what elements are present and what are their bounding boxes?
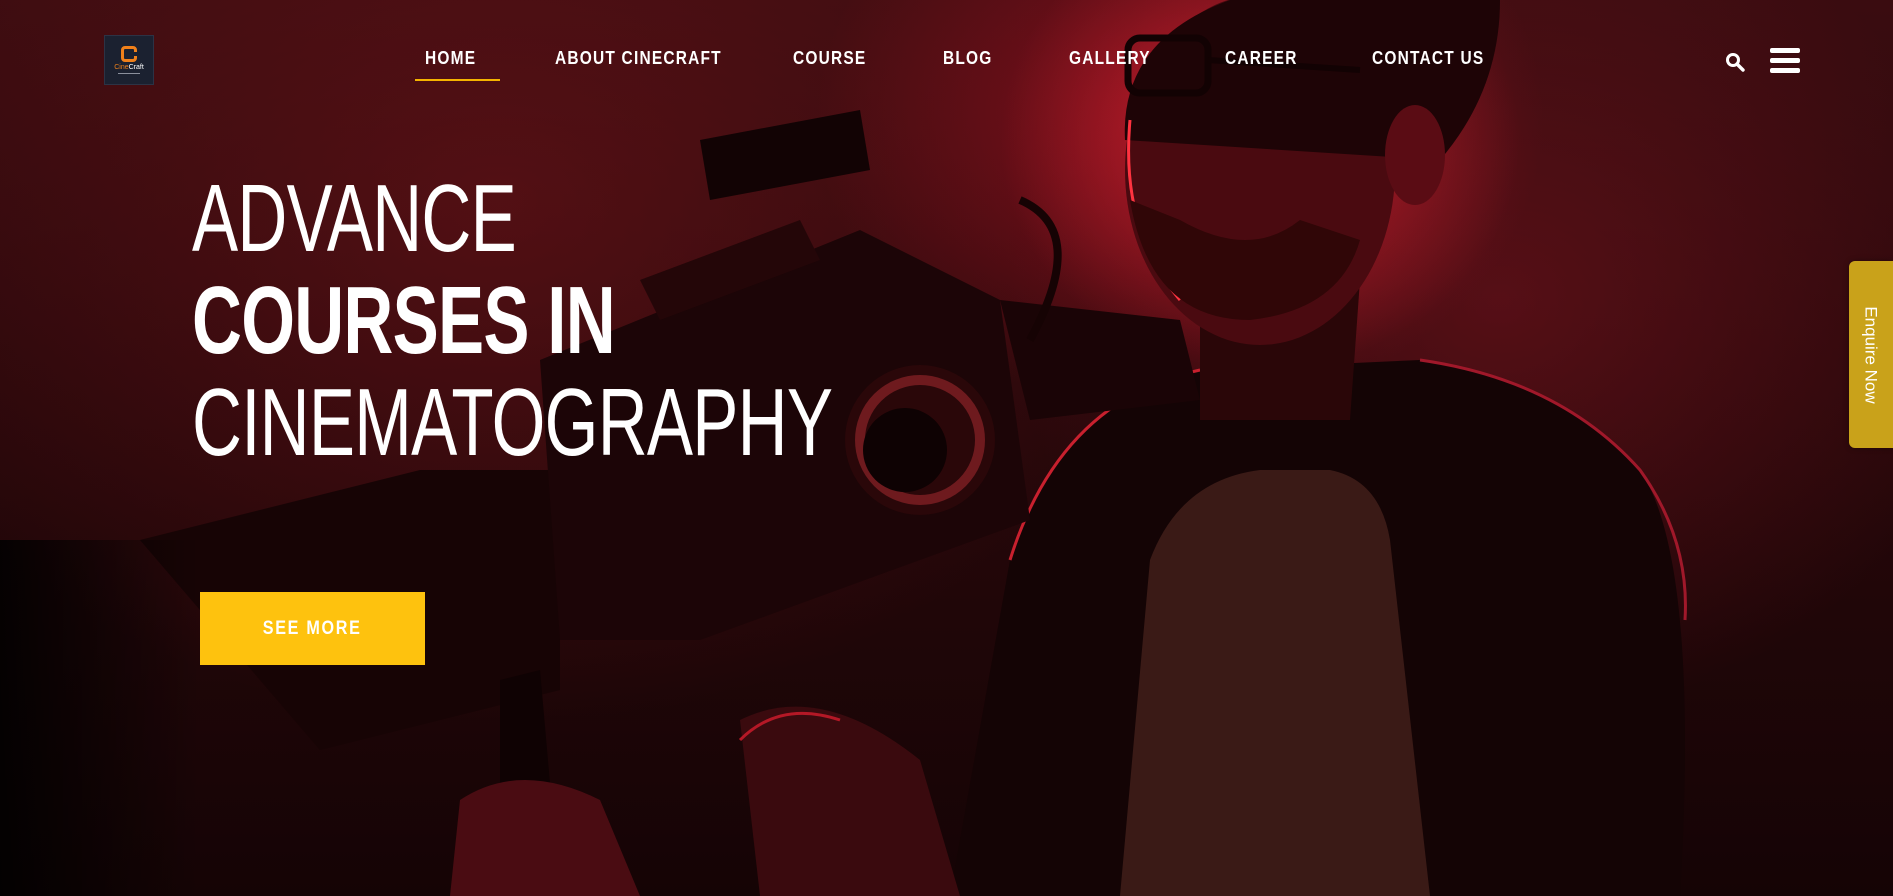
logo-wordmark: CineCraft [114, 64, 144, 71]
nav-active-underline [415, 79, 500, 81]
search-icon[interactable] [1725, 52, 1745, 72]
headline-line-2: COURSES IN [192, 267, 616, 374]
nav-item-gallery[interactable]: GALLERY [1069, 48, 1151, 69]
see-more-label: SEE MORE [263, 617, 362, 639]
left-shadow-overlay [0, 540, 200, 896]
hero-headline: ADVANCE COURSES IN CINEMATOGRAPHY [192, 168, 1081, 474]
nav-item-career[interactable]: CAREER [1225, 48, 1298, 69]
hamburger-menu-icon[interactable] [1770, 48, 1800, 74]
nav-item-about-cinecraft[interactable]: ABOUT CINECRAFT [555, 48, 722, 69]
nav-item-contact-us[interactable]: CONTACT US [1372, 48, 1484, 69]
logo-c-icon [121, 46, 137, 62]
headline-line-3: CINEMATOGRAPHY [192, 369, 833, 476]
nav-item-home[interactable]: HOME [425, 48, 476, 69]
nav-item-course[interactable]: COURSE [793, 48, 866, 69]
nav-item-blog[interactable]: BLOG [943, 48, 993, 69]
headline-line-1: ADVANCE [192, 165, 517, 272]
enquire-now-label: Enquire Now [1862, 305, 1882, 404]
see-more-button[interactable]: SEE MORE [200, 592, 425, 665]
cinecraft-logo[interactable]: CineCraft [104, 35, 154, 85]
hero-section: CineCraft HOME ABOUT CINECRAFT COURSE BL… [0, 0, 1893, 896]
logo-tagline-line [118, 73, 140, 74]
enquire-now-tab[interactable]: Enquire Now [1849, 261, 1893, 448]
